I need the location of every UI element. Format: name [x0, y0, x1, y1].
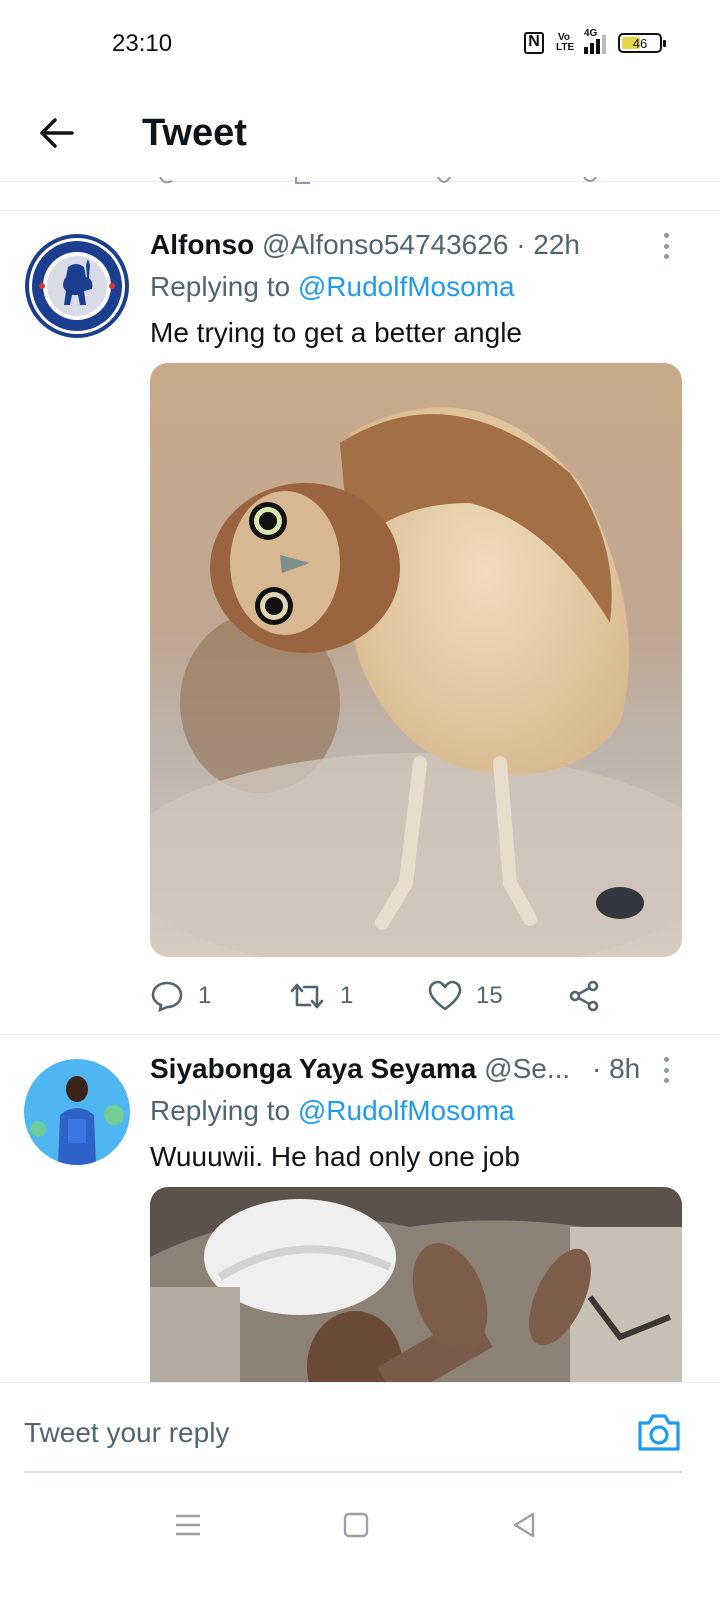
tweet-time: · 8h: [592, 1053, 641, 1084]
like-count: 15: [476, 982, 503, 1009]
reply-input-underline: [24, 1471, 682, 1473]
battery-level: 46: [632, 35, 648, 51]
previous-tweet-actions: [0, 176, 720, 188]
more-options-icon[interactable]: [654, 231, 678, 261]
back-arrow-icon[interactable]: [30, 106, 84, 160]
replying-to: Replying to @RudolfMosoma: [150, 1095, 515, 1127]
author-name[interactable]: Alfonso: [150, 229, 254, 260]
like-button[interactable]: 15: [428, 976, 503, 1016]
replying-to-label: Replying to: [150, 1095, 291, 1126]
reply-count: 1: [198, 982, 212, 1009]
chelsea-fc-crest-icon: [25, 234, 129, 338]
tweet-header: Alfonso @Alfonso54743626 · 22h: [150, 229, 580, 261]
app-header: Tweet: [0, 92, 720, 182]
reply-tweet[interactable]: Siyabonga Yaya Seyama @Se... · 8h Replyi…: [0, 1035, 720, 1382]
status-icons: N Vo LTE 4G 46: [524, 28, 666, 54]
owl-photo-icon: [150, 363, 682, 957]
replying-to-mention[interactable]: @RudolfMosoma: [298, 1095, 515, 1126]
tweet-text: Wuuuwii. He had only one job: [150, 1141, 520, 1172]
heart-icon: [428, 980, 462, 1011]
menu-icon[interactable]: [168, 1510, 208, 1540]
video-thumbnail-icon: [150, 1187, 682, 1382]
tweet-image[interactable]: [150, 363, 682, 957]
more-options-icon[interactable]: [654, 1055, 678, 1085]
camera-icon[interactable]: [636, 1411, 682, 1453]
reply-input[interactable]: [24, 1407, 584, 1459]
nfc-icon: N: [524, 32, 544, 54]
replying-to-mention[interactable]: @RudolfMosoma: [298, 271, 515, 302]
avatar[interactable]: [24, 1059, 130, 1165]
status-bar: 23:10 N Vo LTE 4G 46: [0, 0, 720, 92]
retweet-button[interactable]: 1: [288, 976, 353, 1016]
retweet-icon: [290, 983, 324, 1009]
battery-icon: 46: [618, 33, 666, 53]
author-name[interactable]: Siyabonga Yaya Seyama: [150, 1053, 476, 1084]
system-navigation-bar: [0, 1492, 720, 1600]
tweet-actions: 1 1 15: [150, 976, 630, 1016]
reply-icon: [151, 981, 183, 1013]
tweet-video[interactable]: [150, 1187, 682, 1382]
tweet-text: Me trying to get a better angle: [150, 317, 522, 348]
home-square-icon[interactable]: [336, 1510, 376, 1540]
tweet-header: Siyabonga Yaya Seyama @Se...: [150, 1053, 570, 1085]
page-title: Tweet: [142, 112, 247, 154]
reply-composer: [0, 1382, 720, 1492]
author-handle[interactable]: @Alfonso54743626: [262, 229, 508, 260]
replying-to-label: Replying to: [150, 271, 291, 302]
avatar[interactable]: [24, 233, 130, 339]
retweet-count: 1: [340, 982, 354, 1009]
replying-to: Replying to @RudolfMosoma: [150, 271, 515, 303]
share-icon: [569, 980, 599, 1012]
signal-icon: 4G: [584, 28, 606, 54]
back-triangle-icon[interactable]: [504, 1510, 544, 1540]
reply-button[interactable]: 1: [150, 976, 211, 1016]
reply-tweet[interactable]: Alfonso @Alfonso54743626 · 22h Replying …: [0, 211, 720, 1034]
status-time: 23:10: [112, 30, 173, 57]
user-photo-icon: [24, 1059, 130, 1165]
network-type-label: 4G: [584, 28, 598, 39]
volte-icon: Vo LTE: [556, 32, 575, 53]
tweet-time: · 22h: [516, 229, 581, 260]
share-button[interactable]: [568, 976, 600, 1016]
author-handle[interactable]: @Se...: [484, 1053, 570, 1084]
